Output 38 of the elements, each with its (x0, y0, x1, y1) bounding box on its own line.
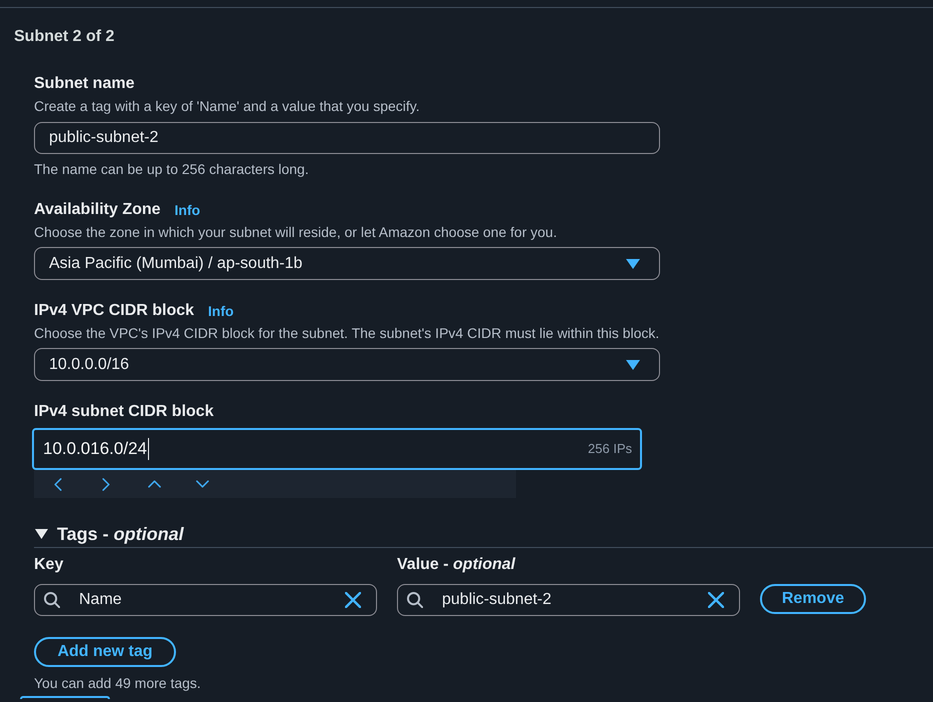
section-title: Subnet 2 of 2 (14, 27, 114, 47)
remove-button[interactable]: Remove (760, 584, 866, 614)
field-label: Availability Zone (34, 200, 161, 220)
info-link[interactable]: Info (208, 301, 234, 321)
tag-value-input[interactable]: public-subnet-2 (397, 584, 740, 616)
caret-down-icon (626, 360, 640, 370)
field-description: Choose the VPC's IPv4 CIDR block for the subnet. The subnet's IPv4 CIDR must lie within this block. (34, 324, 660, 343)
tag-key-input[interactable]: Name (34, 584, 377, 616)
field-label: IPv4 subnet CIDR block (34, 402, 214, 422)
chevron-right-icon[interactable] (102, 478, 110, 490)
field-description: Create a tag with a key of 'Name' and a value that you specify. (34, 97, 420, 116)
tags-toggle[interactable]: Tags - optional (34, 521, 184, 547)
cidr-input[interactable]: 10.0.016.0/24 256 IPs (32, 428, 642, 470)
search-icon (44, 592, 60, 608)
dropdown-select[interactable]: Asia Pacific (Mumbai) / ap-south-1b (34, 247, 660, 280)
chevron-left-icon[interactable] (54, 478, 62, 490)
input-value: Name (79, 590, 122, 610)
field-description: Choose the zone in which your subnet will reside, or let Amazon choose one for you. (34, 223, 557, 242)
field-label: IPv4 VPC CIDR block (34, 301, 194, 321)
close-icon[interactable] (345, 592, 361, 608)
caret-down-icon (626, 258, 640, 268)
info-link[interactable]: Info (174, 200, 200, 220)
close-icon[interactable] (708, 592, 724, 608)
subnet-name-input[interactable]: public-subnet-2 (34, 122, 660, 154)
chevron-down-icon[interactable] (196, 480, 208, 488)
ip-count-text: 256 IPs (588, 440, 632, 458)
field-label: Subnet name (34, 74, 134, 94)
tag-limit-note: You can add 49 more tags. (34, 674, 201, 693)
dropdown-select[interactable]: 10.0.0.0/16 (34, 348, 660, 381)
value-label: Value - optional (397, 555, 516, 575)
key-label: Key (34, 555, 64, 575)
text-cursor (148, 438, 150, 460)
field-hint: The name can be up to 256 characters long. (34, 160, 309, 179)
input-value: public-subnet-2 (442, 590, 552, 610)
add-tag-button[interactable]: Add new tag (34, 637, 176, 667)
button-edge[interactable] (20, 696, 110, 699)
chevron-up-icon[interactable] (148, 480, 160, 488)
search-icon (407, 592, 423, 608)
